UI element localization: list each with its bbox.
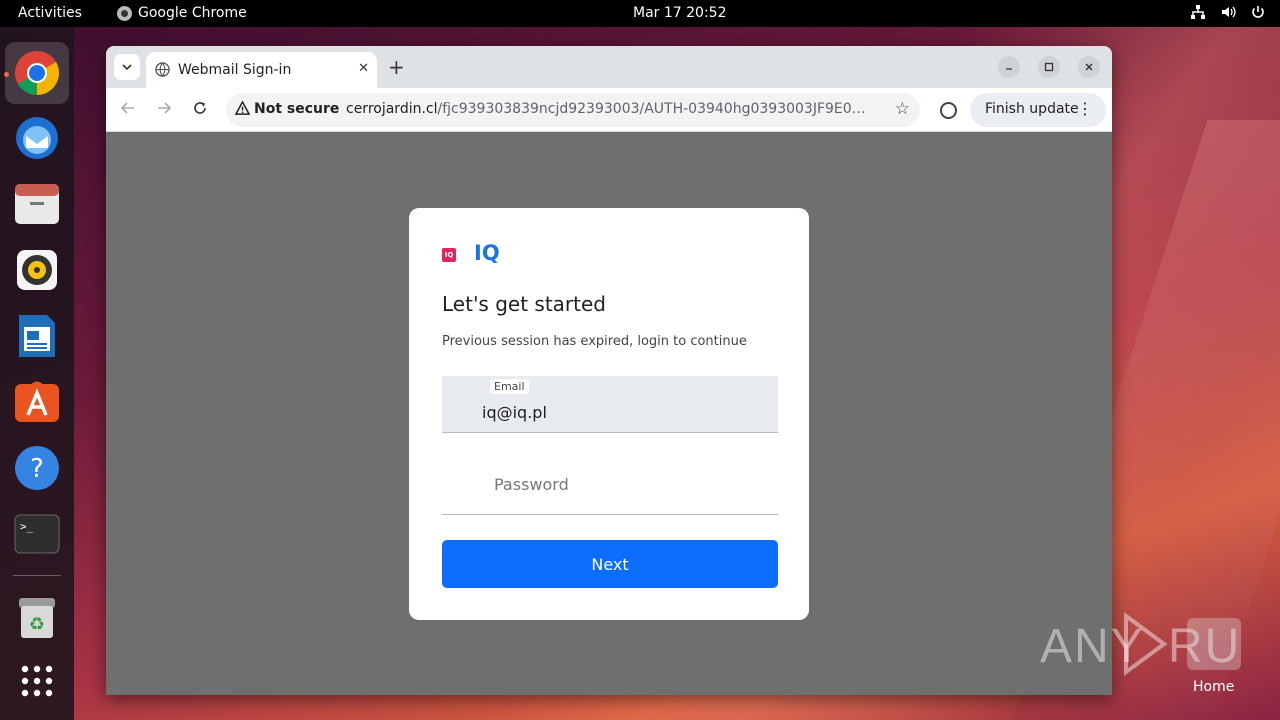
reload-button[interactable] [192,100,208,120]
email-label: Email [490,379,529,394]
dock-files[interactable] [5,173,69,235]
profile-icon[interactable] [940,102,957,119]
tab-title: Webmail Sign-in [178,62,292,78]
svg-text:♻: ♻ [29,614,45,635]
forward-button[interactable] [156,100,172,120]
finish-update-button[interactable]: Finish update ⋮ [970,93,1106,127]
session-expired-message: Previous session has expired, login to c… [442,334,747,349]
dock-separator [13,575,61,576]
dock-chrome[interactable] [5,42,69,104]
back-arrow-icon [120,102,134,114]
dock: ? >_ ♻ [0,27,74,720]
globe-icon [155,62,170,77]
close-window-button[interactable] [1078,56,1100,78]
system-tray[interactable] [1190,4,1266,20]
thunderbird-icon [16,117,58,159]
app-menu[interactable]: Google Chrome [117,5,247,21]
files-icon [15,184,59,224]
terminal-icon: >_ [14,514,60,554]
dock-help[interactable]: ? [5,437,69,499]
url-host: cerrojardin.cl [346,101,438,117]
svg-text:?: ? [30,454,44,484]
home-folder-icon[interactable] [1187,618,1241,670]
svg-text:ANY: ANY [1040,620,1145,673]
reload-icon [194,102,206,114]
activities-button[interactable]: Activities [18,5,82,21]
close-icon [1085,63,1093,71]
tab-webmail-signin[interactable]: Webmail Sign-in ✕ [146,52,377,88]
help-icon: ? [15,446,59,490]
warning-icon[interactable] [234,100,251,120]
network-icon [1190,4,1206,20]
maximize-button[interactable] [1038,56,1060,78]
back-button[interactable] [120,100,136,120]
login-card: IQ IQ Let's get started Previous session… [409,208,809,620]
url-path: /fjc939303839ncjd92393003/AUTH-03940hg03… [437,101,877,117]
dock-writer[interactable] [5,305,69,367]
minimize-icon [1006,68,1012,70]
browser-window: Webmail Sign-in ✕ + Not secure cerrojard… [106,46,1112,695]
dock-software[interactable] [5,370,69,432]
svg-text:>_: >_ [20,520,34,533]
volume-icon [1220,4,1236,20]
power-icon [1250,4,1266,20]
page-content: IQ IQ Let's get started Previous session… [106,133,1112,695]
next-button[interactable]: Next [442,540,778,588]
dock-terminal[interactable]: >_ [5,503,69,565]
email-field[interactable]: Email [442,376,778,433]
page-title: Let's get started [442,292,606,316]
tab-search-button[interactable] [114,54,140,80]
browser-toolbar: Not secure cerrojardin.cl/fjc939303839nc… [106,88,1112,132]
address-bar[interactable]: Not secure cerrojardin.cl/fjc939303839nc… [226,93,920,127]
new-tab-button[interactable]: + [388,55,405,79]
forward-arrow-icon [158,102,172,114]
dock-rhythmbox[interactable] [5,239,69,301]
email-input[interactable] [482,400,762,424]
writer-icon [19,315,55,357]
tab-strip: Webmail Sign-in ✕ + [106,46,1112,88]
app-grid-icon [21,665,53,697]
not-secure-label[interactable]: Not secure [254,101,339,117]
logo-text: IQ [474,241,500,265]
dock-trash[interactable]: ♻ [5,587,69,649]
chrome-icon [15,51,59,95]
rhythmbox-icon [17,250,57,290]
software-icon [15,381,59,422]
logo-icon: IQ [442,248,456,262]
minimize-button[interactable] [998,56,1020,78]
bookmark-star-icon[interactable]: ☆ [895,99,910,119]
dock-thunderbird[interactable] [5,107,69,169]
trash-icon: ♻ [19,598,55,638]
home-folder-label: Home [1193,679,1235,695]
url-text[interactable]: cerrojardin.cl/fjc939303839ncjd92393003/… [346,101,876,117]
chrome-small-icon [117,5,132,21]
dock-show-apps[interactable] [5,650,69,712]
chevron-down-icon [122,64,132,71]
close-tab-icon[interactable]: ✕ [358,61,369,76]
more-menu-icon[interactable]: ⋮ [1077,99,1093,118]
clock[interactable]: Mar 17 20:52 [633,5,726,21]
maximize-icon [1044,62,1054,72]
top-bar: Activities Google Chrome Mar 17 20:52 [0,0,1280,27]
finish-update-label: Finish update [985,101,1079,117]
password-field[interactable] [442,458,778,515]
app-menu-label: Google Chrome [138,5,247,21]
password-input[interactable] [494,471,764,497]
